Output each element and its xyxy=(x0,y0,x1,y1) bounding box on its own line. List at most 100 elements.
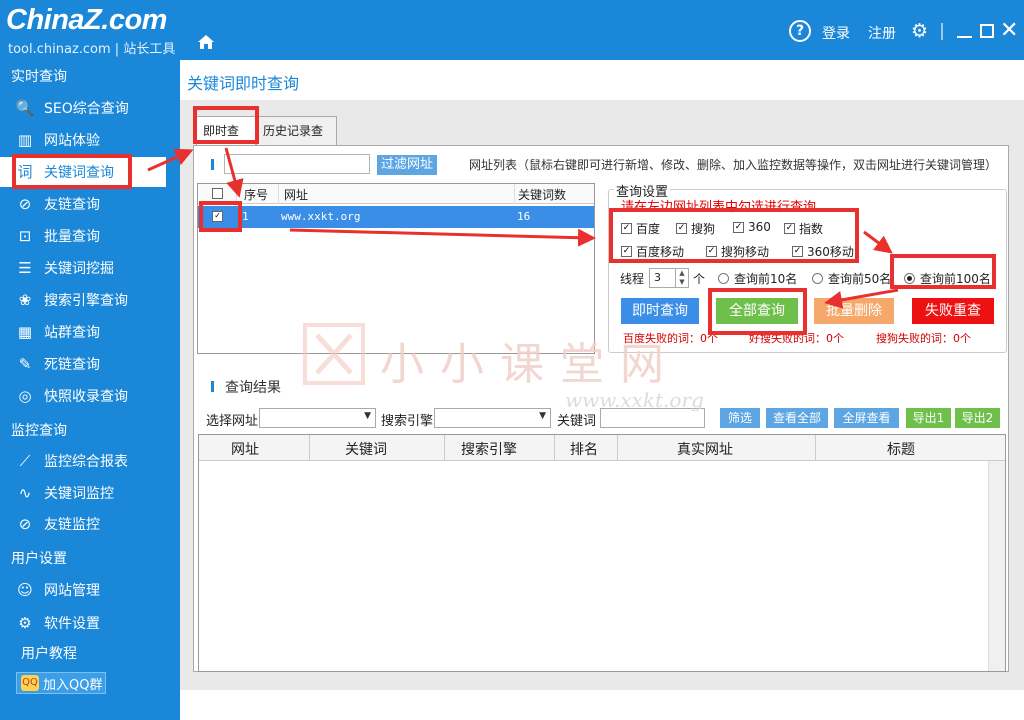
sidebar-item-site-experience[interactable]: ▥ 网站体验 xyxy=(14,125,180,155)
vertical-scrollbar[interactable] xyxy=(988,461,1005,671)
sidebar-item-link-query[interactable]: ⊘ 友链查询 xyxy=(14,189,180,219)
fail-retry-button[interactable]: 失败重查 xyxy=(912,298,994,324)
sidebar-section-user: 用户设置 xyxy=(11,551,67,567)
annotation-keyword-menu xyxy=(12,154,132,189)
sidebar-item-link-monitor[interactable]: ⊘ 友链监控 xyxy=(14,509,180,539)
range-top50-option[interactable]: 查询前50名 xyxy=(812,270,891,287)
line-chart-icon: ⟋ xyxy=(19,452,31,470)
sidebar-item-label: 友链监控 xyxy=(44,517,100,533)
sidebar-item-keyword-mining[interactable]: ☰ 关键词挖掘 xyxy=(14,253,180,283)
column-divider xyxy=(514,184,515,204)
view-all-button[interactable]: 查看全部 xyxy=(766,408,828,428)
sidebar-item-site-manage[interactable]: ☺ 网站管理 xyxy=(14,575,180,605)
close-icon[interactable]: ✕ xyxy=(1000,20,1018,42)
header-divider xyxy=(941,23,943,40)
sidebar-item-monitor-report[interactable]: ⟋ 监控综合报表 xyxy=(14,446,180,476)
register-link[interactable]: 注册 xyxy=(868,23,896,43)
maximize-icon[interactable] xyxy=(980,24,994,38)
sidebar-item-dead-link[interactable]: ✎ 死链查询 xyxy=(14,349,180,379)
filter-button[interactable]: 筛选 xyxy=(720,408,760,428)
export1-button[interactable]: 导出1 xyxy=(906,408,951,428)
sidebar-item-software-settings[interactable]: ⚙ 软件设置 xyxy=(14,608,180,638)
sidebar-item-label: 搜索引擎查询 xyxy=(44,293,128,309)
column-divider xyxy=(444,435,445,461)
fullscreen-button[interactable]: 全屏查看 xyxy=(834,408,899,428)
select-all-checkbox[interactable] xyxy=(212,188,223,199)
join-qq-button[interactable]: QQ 加入QQ群 xyxy=(16,672,106,694)
seo-search-icon: 🔍 xyxy=(15,99,35,117)
sidebar-item-snapshot[interactable]: ◎ 快照收录查询 xyxy=(14,381,180,411)
sidebar-item-batch-query[interactable]: ⊡ 批量查询 xyxy=(14,221,180,251)
search-engine-label: 搜索引擎 xyxy=(381,414,434,429)
watermark-x-icon xyxy=(315,333,353,375)
qq-icon: QQ xyxy=(21,675,39,691)
site-table-header: 序号 网址 关键词数 xyxy=(198,184,594,204)
column-divider xyxy=(278,184,279,204)
thread-unit: 个 xyxy=(693,272,706,286)
col-keyword: 关键词 xyxy=(345,442,387,458)
user-gear-icon: ☺ xyxy=(17,581,33,599)
col-rank: 排名 xyxy=(570,442,598,458)
column-divider xyxy=(554,435,555,461)
search-engine-dropdown[interactable]: ▼ xyxy=(434,408,551,428)
filter-input[interactable] xyxy=(224,154,370,174)
login-link[interactable]: 登录 xyxy=(822,23,850,43)
sidebar-item-seo[interactable]: 🔍 SEO综合查询 xyxy=(14,93,180,123)
gear-icon[interactable]: ⚙ xyxy=(911,21,928,41)
export2-button[interactable]: 导出2 xyxy=(955,408,1000,428)
row-keyword-count: 16 xyxy=(517,210,531,223)
column-divider xyxy=(309,435,310,461)
logo: ChinaZ.com xyxy=(6,4,167,36)
col-url: 网址 xyxy=(231,442,259,458)
sidebar-item-search-engine[interactable]: ❀ 搜索引擎查询 xyxy=(14,285,180,315)
sidebar-item-label: SEO综合查询 xyxy=(44,101,129,117)
col-title: 标题 xyxy=(887,442,915,458)
wave-chart-icon: ∿ xyxy=(18,484,32,502)
option-label: 查询前10名 xyxy=(734,272,798,286)
results-table-header: 网址 关键词 搜索引擎 排名 真实网址 标题 xyxy=(199,435,1005,461)
sidebar-item-label: 关键词挖掘 xyxy=(44,261,114,277)
chevron-down-icon: ▼ xyxy=(539,411,546,421)
camera-icon: ◎ xyxy=(18,387,32,405)
section-marker xyxy=(211,159,214,170)
sidebar-item-label: 批量查询 xyxy=(44,229,100,245)
stepper-arrows-icon[interactable]: ▲ ▼ xyxy=(675,269,688,287)
sidebar-item-label: 关键词监控 xyxy=(44,486,114,502)
sidebar-item-label: 快照收录查询 xyxy=(44,389,128,405)
row-index: 1 xyxy=(242,210,249,223)
select-site-label: 选择网址 xyxy=(206,414,259,429)
results-title: 查询结果 xyxy=(225,380,281,396)
paw-icon: ❀ xyxy=(18,291,32,309)
sidebar-item-label: 站群查询 xyxy=(44,325,100,341)
watermark-logo xyxy=(303,323,365,385)
batch-delete-button[interactable]: 批量删除 xyxy=(814,298,894,324)
thread-stepper[interactable]: 3 ▲ ▼ xyxy=(649,268,689,288)
minimize-icon[interactable] xyxy=(957,36,972,38)
annotation-query-all xyxy=(708,288,807,335)
row-url: www.xxkt.org xyxy=(281,210,361,223)
sidebar-item-tutorial[interactable]: 用户教程 xyxy=(21,643,77,663)
home-icon[interactable] xyxy=(197,34,215,50)
annotation-instant-tab xyxy=(193,106,259,144)
bottom-strip xyxy=(180,690,1024,720)
sidebar-item-keyword-monitor[interactable]: ∿ 关键词监控 xyxy=(14,478,180,508)
chevron-down-icon: ▼ xyxy=(364,411,371,421)
tab-history-query[interactable]: 历史记录查询 xyxy=(256,116,337,166)
grid-chart-icon: ▦ xyxy=(17,323,33,341)
range-top10-option[interactable]: 查询前10名 xyxy=(718,270,797,287)
site-list-hint: 网址列表（鼠标右键即可进行新增、修改、删除、加入监控数据等操作，双击网址进行关键… xyxy=(469,158,998,172)
sidebar-item-label: 死链查询 xyxy=(44,357,100,373)
thread-value: 3 xyxy=(654,271,661,284)
radio[interactable] xyxy=(812,273,823,284)
sidebar-section-realtime: 实时查询 xyxy=(11,69,67,85)
radio[interactable] xyxy=(718,273,729,284)
logo-subtitle: tool.chinaz.com | 站长工具 xyxy=(8,42,176,57)
instant-query-button[interactable]: 即时查询 xyxy=(621,298,699,324)
header-keyword-count: 关键词数 xyxy=(518,188,567,202)
select-site-dropdown[interactable]: ▼ xyxy=(259,408,376,428)
sidebar-item-site-group[interactable]: ▦ 站群查询 xyxy=(14,317,180,347)
filter-url-button[interactable]: 过滤网址 xyxy=(377,155,437,175)
help-icon[interactable]: ? xyxy=(789,20,811,42)
table-row[interactable]: ✓ 1 www.xxkt.org 16 xyxy=(198,206,594,228)
sidebar-item-label: 网站体验 xyxy=(44,133,100,149)
